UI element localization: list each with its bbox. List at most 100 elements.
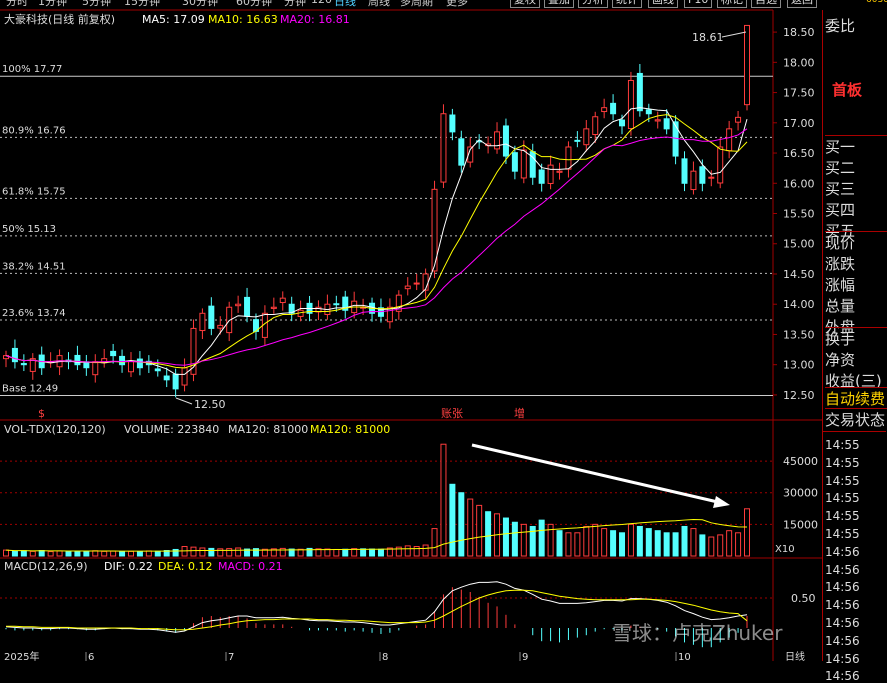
tick-time: 14:56 (825, 669, 860, 683)
high-pointer (721, 31, 747, 38)
ma20-line (5, 128, 748, 366)
buy-1-label: 买一 (825, 138, 856, 156)
volume-axis-label: 30000 (783, 487, 818, 500)
buy-2-label: 买二 (825, 159, 856, 177)
candle-body (449, 114, 456, 133)
volume-bar (65, 550, 72, 557)
candle-body (556, 170, 563, 173)
buy-queue: 买一 买二 买三 买四 买五 (825, 135, 887, 240)
volume-bar (11, 550, 18, 557)
volume-bar (56, 550, 63, 557)
period-label: 日线 (785, 650, 805, 661)
volume-bar (360, 548, 367, 557)
volume-bar (47, 551, 54, 557)
volume-bar (619, 532, 626, 557)
volume-bar (485, 511, 492, 557)
candle-body (154, 368, 161, 372)
volume-bar (583, 525, 590, 557)
candle-body (735, 116, 742, 123)
high-price-label: 18.61 (692, 31, 724, 44)
volume-bar (208, 547, 215, 557)
candle-body (20, 363, 27, 366)
volume-bar (145, 550, 152, 557)
kline-chart[interactable]: 大豪科技(日线 前复权) MA5: 17.09 MA10: 16.63 MA20: 1… (0, 0, 822, 661)
quote-fields: 现价 涨跌 涨幅 总量 外盘 (825, 231, 887, 336)
candle-body (181, 367, 188, 386)
candle-body (413, 282, 420, 285)
price-axis-label: 14.50 (783, 268, 815, 281)
volume-bar (708, 536, 715, 557)
volume-bar (636, 525, 643, 557)
change-pct-label: 涨幅 (825, 276, 856, 294)
macd-dif-label: DIF: 0.22 (104, 560, 153, 573)
volume-bar (190, 546, 197, 557)
volume-bar (627, 523, 634, 557)
fib-label: 100% 17.77 (2, 64, 62, 75)
candle-body (565, 146, 572, 170)
ma20-label: MA20: 16.81 (280, 13, 350, 26)
tick-time: 14:56 (825, 544, 860, 559)
tick-time: 14:56 (825, 616, 860, 630)
tick-time: 14:56 (825, 580, 860, 595)
candle-body (744, 24, 750, 106)
volume-bar (681, 525, 688, 557)
price-axis-label: 15.00 (783, 238, 815, 251)
volume-bar (404, 545, 411, 557)
candle-body (726, 128, 733, 152)
macd-value-label: MACD: 0.21 (218, 560, 283, 573)
watermark: 雪球：卢克Zhuker (612, 621, 783, 645)
volume-bar (127, 550, 134, 557)
tick-time: 14:56 (825, 633, 860, 648)
candle-body (163, 375, 170, 381)
weibi-label: 委比 (825, 17, 856, 35)
volume-bar (3, 549, 9, 557)
tick-time: 14:55 (825, 473, 860, 488)
tick-time: 14:56 (825, 651, 860, 666)
price-label: 现价 (825, 234, 856, 252)
volume-bar (440, 443, 447, 557)
candle-body (217, 324, 224, 329)
candle-body (74, 354, 81, 366)
candle-body (610, 102, 617, 115)
candle-body (574, 139, 581, 142)
tick-time: 14:55 (825, 455, 860, 470)
volume-bar (154, 550, 161, 557)
macd-title: MACD(12,26,9) (4, 560, 88, 573)
macd-axis-label: 0.50 (791, 592, 816, 605)
low-price-label: 12.50 (194, 398, 226, 411)
fib-label: Base 12.49 (2, 384, 58, 395)
macd-dea-label: DEA: 0.12 (158, 560, 212, 573)
candle-body (627, 79, 634, 130)
month-label: 8 (382, 652, 388, 661)
volume-bar (717, 534, 724, 557)
trade-status-label: 交易状态 (825, 408, 887, 430)
candle-body (717, 146, 724, 184)
price-axis-label: 18.50 (783, 26, 815, 39)
volume-bar (38, 550, 45, 557)
candle-body (127, 361, 134, 373)
ma10-line (5, 114, 748, 369)
volume-bar (610, 530, 617, 557)
volume-bar (690, 528, 697, 557)
candle-body (681, 158, 688, 184)
price-axis-label: 12.50 (783, 389, 815, 402)
volume-bar (413, 546, 420, 557)
turnover-label: 换手 (825, 330, 856, 348)
candle-body (494, 131, 501, 150)
volume-bar (538, 519, 545, 557)
volume-bar (20, 550, 27, 557)
volume-bar (74, 550, 81, 557)
price-axis-label: 16.50 (783, 147, 815, 160)
candle-body (136, 358, 143, 369)
candle-body (601, 107, 608, 113)
candle-body (708, 176, 715, 179)
auto-renew-link[interactable]: 自动续费 (825, 387, 887, 409)
fib-label: 50% 15.13 (2, 224, 56, 235)
volume-bar (735, 532, 742, 557)
volume-bar (458, 492, 465, 557)
candle-body (119, 355, 126, 366)
event-mark-zeng: 增 (514, 406, 525, 420)
volume-bar (29, 550, 36, 557)
volume-unit: X10 (775, 544, 795, 555)
volume-bar (592, 523, 599, 557)
